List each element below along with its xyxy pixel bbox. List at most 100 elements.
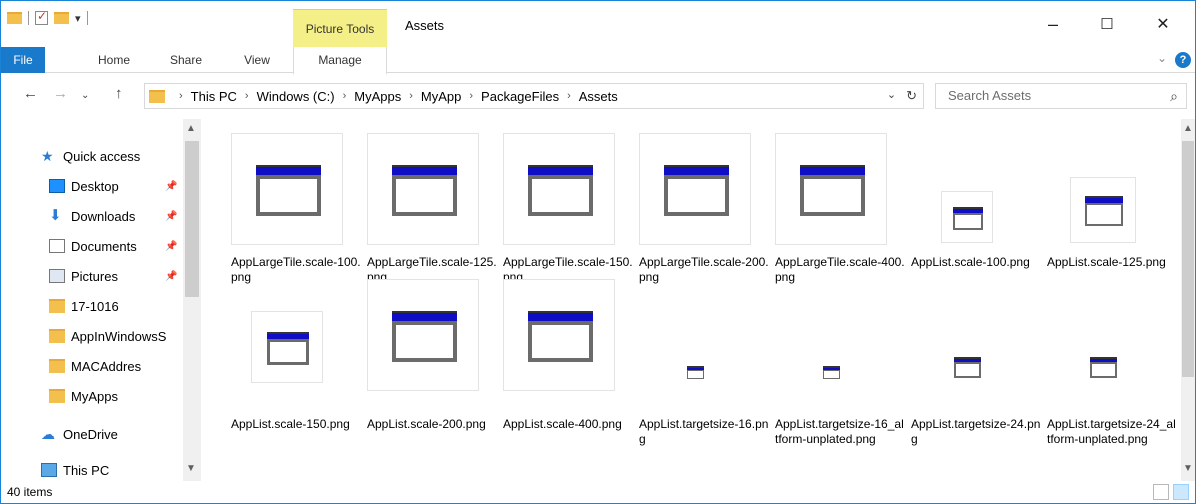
- collapse-ribbon-icon[interactable]: ⌄: [1157, 51, 1167, 65]
- file-thumbnail: [822, 363, 840, 381]
- large-icons-view-icon[interactable]: [1173, 484, 1189, 500]
- breadcrumb-assets[interactable]: Assets: [579, 89, 618, 104]
- app-window-titlebar: [687, 368, 704, 370]
- nav-item-downloads[interactable]: ⬇ Downloads 📌: [1, 203, 183, 229]
- breadcrumb-this-pc[interactable]: This PC: [191, 89, 237, 104]
- chevron-right-icon[interactable]: ›: [469, 90, 473, 102]
- app-window-titlebar: [528, 167, 593, 175]
- app-window-icon: [664, 165, 729, 216]
- app-window-icon: [954, 357, 981, 378]
- close-button[interactable]: ✕: [1141, 9, 1185, 39]
- file-item[interactable]: AppLargeTile.scale-100.png: [231, 133, 363, 293]
- file-thumbnail: [251, 311, 323, 383]
- nav-item-appinwindowss[interactable]: AppInWindowsS: [1, 323, 183, 349]
- chevron-right-icon[interactable]: ›: [567, 90, 571, 102]
- file-item[interactable]: AppList.scale-100.png: [911, 133, 1043, 293]
- tab-file[interactable]: File: [1, 47, 45, 73]
- address-bar[interactable]: › This PC › Windows (C:) › MyApps › MyAp…: [144, 83, 924, 109]
- file-item[interactable]: AppList.scale-150.png: [231, 299, 363, 459]
- help-icon[interactable]: ?: [1175, 52, 1191, 68]
- nav-item-desktop[interactable]: Desktop 📌: [1, 173, 183, 199]
- nav-item-this-pc[interactable]: This PC: [1, 457, 183, 481]
- breadcrumb-packagefiles[interactable]: PackageFiles: [481, 89, 559, 104]
- scrollbar-thumb[interactable]: [185, 141, 199, 297]
- file-item[interactable]: AppList.scale-125.png: [1047, 133, 1179, 293]
- tab-home[interactable]: Home: [89, 47, 139, 73]
- nav-item-label: MyApps: [71, 388, 118, 404]
- file-item[interactable]: AppList.scale-400.png: [503, 279, 635, 459]
- file-item[interactable]: AppLargeTile.scale-125.png: [367, 133, 499, 293]
- file-name: AppList.scale-200.png: [367, 417, 486, 431]
- context-tab-label: Picture Tools: [305, 22, 375, 36]
- file-name: AppList.scale-150.png: [231, 417, 350, 431]
- maximize-button[interactable]: ☐: [1085, 9, 1129, 39]
- breadcrumb-myapps[interactable]: MyApps: [354, 89, 401, 104]
- tab-share[interactable]: Share: [161, 47, 211, 73]
- up-arrow-icon[interactable]: ↑: [115, 85, 123, 102]
- nav-item-label: Desktop: [71, 178, 119, 194]
- file-thumbnail: [367, 133, 479, 245]
- address-dropdown-icon[interactable]: ⌄: [887, 88, 896, 104]
- forward-arrow-icon[interactable]: →: [53, 85, 68, 102]
- file-item[interactable]: AppList.scale-200.png: [367, 279, 499, 459]
- tab-manage[interactable]: Manage: [293, 47, 387, 74]
- app-window-icon: [823, 366, 840, 379]
- breadcrumb-myapp[interactable]: MyApp: [421, 89, 461, 104]
- app-window-icon: [392, 311, 457, 362]
- download-arrow-icon: ⬇: [49, 207, 62, 224]
- navigation-pane: ★ Quick access Desktop 📌 ⬇ Downloads 📌 Document…: [1, 119, 201, 481]
- chevron-right-icon[interactable]: ›: [179, 90, 183, 102]
- chevron-right-icon[interactable]: ›: [245, 90, 249, 102]
- app-window-titlebar: [256, 167, 321, 175]
- app-window-titlebar: [823, 368, 840, 370]
- new-folder-icon[interactable]: [54, 12, 69, 24]
- app-window-body: [955, 215, 981, 228]
- nav-item-macaddres[interactable]: MACAddres: [1, 353, 183, 379]
- back-arrow-icon[interactable]: ←: [23, 85, 38, 102]
- details-view-icon[interactable]: [1153, 484, 1169, 500]
- nav-item-onedrive[interactable]: ☁ OneDrive: [1, 421, 183, 447]
- breadcrumb-windows-c[interactable]: Windows (C:): [257, 89, 335, 104]
- scroll-up-icon[interactable]: ▲: [1183, 123, 1193, 134]
- search-icon[interactable]: ⌕: [1170, 84, 1178, 108]
- ribbon-tabs: File Home Share View Manage ⌄ ?: [1, 47, 1195, 74]
- file-item[interactable]: AppLargeTile.scale-150.png: [503, 133, 635, 293]
- properties-icon[interactable]: [35, 9, 48, 25]
- nav-item-17-1016[interactable]: 17-1016: [1, 293, 183, 319]
- refresh-icon[interactable]: ↻: [906, 88, 917, 104]
- app-window-body: [688, 371, 703, 378]
- file-item[interactable]: AppLargeTile.scale-200.png: [639, 133, 771, 293]
- app-window-titlebar: [953, 209, 983, 213]
- file-item[interactable]: AppList.targetsize-24.png: [911, 299, 1043, 459]
- app-window-body: [1092, 364, 1115, 376]
- search-box[interactable]: Search Assets ⌕: [935, 83, 1187, 109]
- nav-item-label: OneDrive: [63, 426, 118, 442]
- tab-view[interactable]: View: [233, 47, 281, 73]
- document-icon: [49, 239, 65, 253]
- folder-icon[interactable]: [7, 12, 22, 24]
- recent-locations-icon[interactable]: ⌄: [81, 90, 89, 101]
- nav-item-myapps[interactable]: MyApps: [1, 383, 183, 409]
- scrollbar-thumb[interactable]: [1182, 141, 1194, 377]
- nav-pane-scrollbar[interactable]: ▲ ▼: [183, 119, 201, 481]
- content-scrollbar[interactable]: ▲ ▼: [1181, 119, 1195, 481]
- customize-dropdown-icon[interactable]: ▾: [75, 12, 81, 25]
- scroll-down-icon[interactable]: ▼: [186, 463, 196, 474]
- app-window-body: [956, 364, 979, 376]
- file-item[interactable]: AppList.targetsize-16_altform-unplated.p…: [775, 299, 907, 459]
- minimize-button[interactable]: –: [1031, 9, 1075, 39]
- desktop-icon: [49, 179, 65, 193]
- file-item[interactable]: AppLargeTile.scale-400.png: [775, 133, 907, 293]
- scroll-up-icon[interactable]: ▲: [186, 123, 196, 134]
- nav-item-quick-access[interactable]: ★ Quick access: [1, 143, 183, 169]
- app-window-icon: [953, 207, 983, 230]
- file-item[interactable]: AppList.targetsize-24_altform-unplated.p…: [1047, 299, 1179, 459]
- chevron-right-icon[interactable]: ›: [343, 90, 347, 102]
- scroll-down-icon[interactable]: ▼: [1183, 463, 1193, 474]
- nav-item-documents[interactable]: Documents 📌: [1, 233, 183, 259]
- file-name: AppLargeTile.scale-400.png: [775, 255, 905, 284]
- file-item[interactable]: AppList.targetsize-16.png: [639, 299, 771, 459]
- chevron-right-icon[interactable]: ›: [409, 90, 413, 102]
- nav-item-pictures[interactable]: Pictures 📌: [1, 263, 183, 289]
- nav-item-label: Downloads: [71, 208, 136, 224]
